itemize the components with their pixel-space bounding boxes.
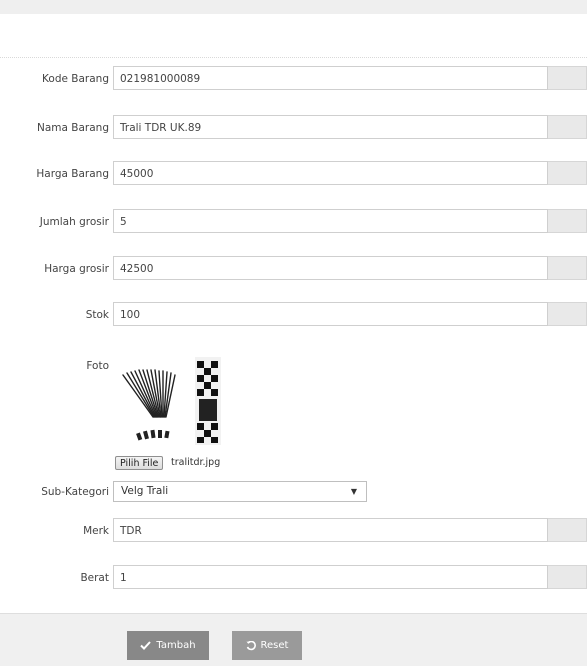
row-harga-grosir: Harga grosir 42500 bbox=[0, 256, 587, 282]
jumlah-grosir-input[interactable]: 5 bbox=[113, 209, 548, 233]
nama-barang-label: Nama Barang bbox=[37, 122, 109, 134]
nama-barang-addon bbox=[548, 115, 587, 139]
nama-barang-input[interactable]: Trali TDR UK.89 bbox=[113, 115, 548, 139]
harga-grosir-addon bbox=[548, 256, 587, 280]
jumlah-grosir-addon bbox=[548, 209, 587, 233]
stok-label: Stok bbox=[85, 309, 109, 321]
row-berat: Berat 1 bbox=[0, 565, 587, 591]
harga-grosir-label: Harga grosir bbox=[44, 263, 109, 275]
harga-grosir-input[interactable]: 42500 bbox=[113, 256, 548, 280]
stok-addon bbox=[548, 302, 587, 326]
berat-input[interactable]: 1 bbox=[113, 565, 548, 589]
kode-barang-label: Kode Barang bbox=[42, 73, 109, 85]
berat-label: Berat bbox=[80, 572, 109, 584]
stok-input[interactable]: 100 bbox=[113, 302, 548, 326]
product-photo bbox=[122, 357, 221, 445]
tambah-label: Tambah bbox=[156, 640, 196, 651]
undo-icon bbox=[246, 640, 256, 651]
kode-barang-input[interactable]: 021981000089 bbox=[113, 66, 548, 90]
row-kode-barang: Kode Barang 021981000089 bbox=[0, 66, 587, 92]
reset-label: Reset bbox=[260, 640, 289, 651]
merk-addon bbox=[548, 518, 587, 542]
tambah-button[interactable]: Tambah bbox=[127, 631, 209, 660]
row-jumlah-grosir: Jumlah grosir 5 bbox=[0, 209, 587, 235]
sub-kategori-select[interactable]: Velg Trali ▼ bbox=[113, 481, 367, 502]
berat-addon bbox=[548, 565, 587, 589]
sub-kategori-selected-value: Velg Trali bbox=[121, 485, 169, 497]
reset-button[interactable]: Reset bbox=[232, 631, 302, 660]
top-strip bbox=[0, 0, 587, 14]
selected-file-name: tralitdr.jpg bbox=[171, 457, 221, 468]
kode-barang-addon bbox=[548, 66, 587, 90]
foto-label: Foto bbox=[86, 360, 109, 372]
harga-barang-addon bbox=[548, 161, 587, 185]
harga-barang-label: Harga Barang bbox=[36, 168, 109, 180]
caret-down-icon: ▼ bbox=[350, 487, 357, 496]
row-harga-barang: Harga Barang 45000 bbox=[0, 161, 587, 187]
row-nama-barang: Nama Barang Trali TDR UK.89 bbox=[0, 115, 587, 141]
jumlah-grosir-label: Jumlah grosir bbox=[39, 216, 109, 228]
row-stok: Stok 100 bbox=[0, 302, 587, 328]
choose-file-button[interactable]: Pilih File bbox=[115, 456, 164, 470]
header-divider bbox=[0, 57, 587, 58]
harga-barang-input[interactable]: 45000 bbox=[113, 161, 548, 185]
merk-input[interactable]: TDR bbox=[113, 518, 548, 542]
merk-label: Merk bbox=[83, 525, 109, 537]
foto-preview-image bbox=[115, 355, 233, 451]
sub-kategori-label: Sub-Kategori bbox=[41, 486, 109, 498]
row-merk: Merk TDR bbox=[0, 518, 587, 544]
check-icon bbox=[140, 641, 152, 650]
